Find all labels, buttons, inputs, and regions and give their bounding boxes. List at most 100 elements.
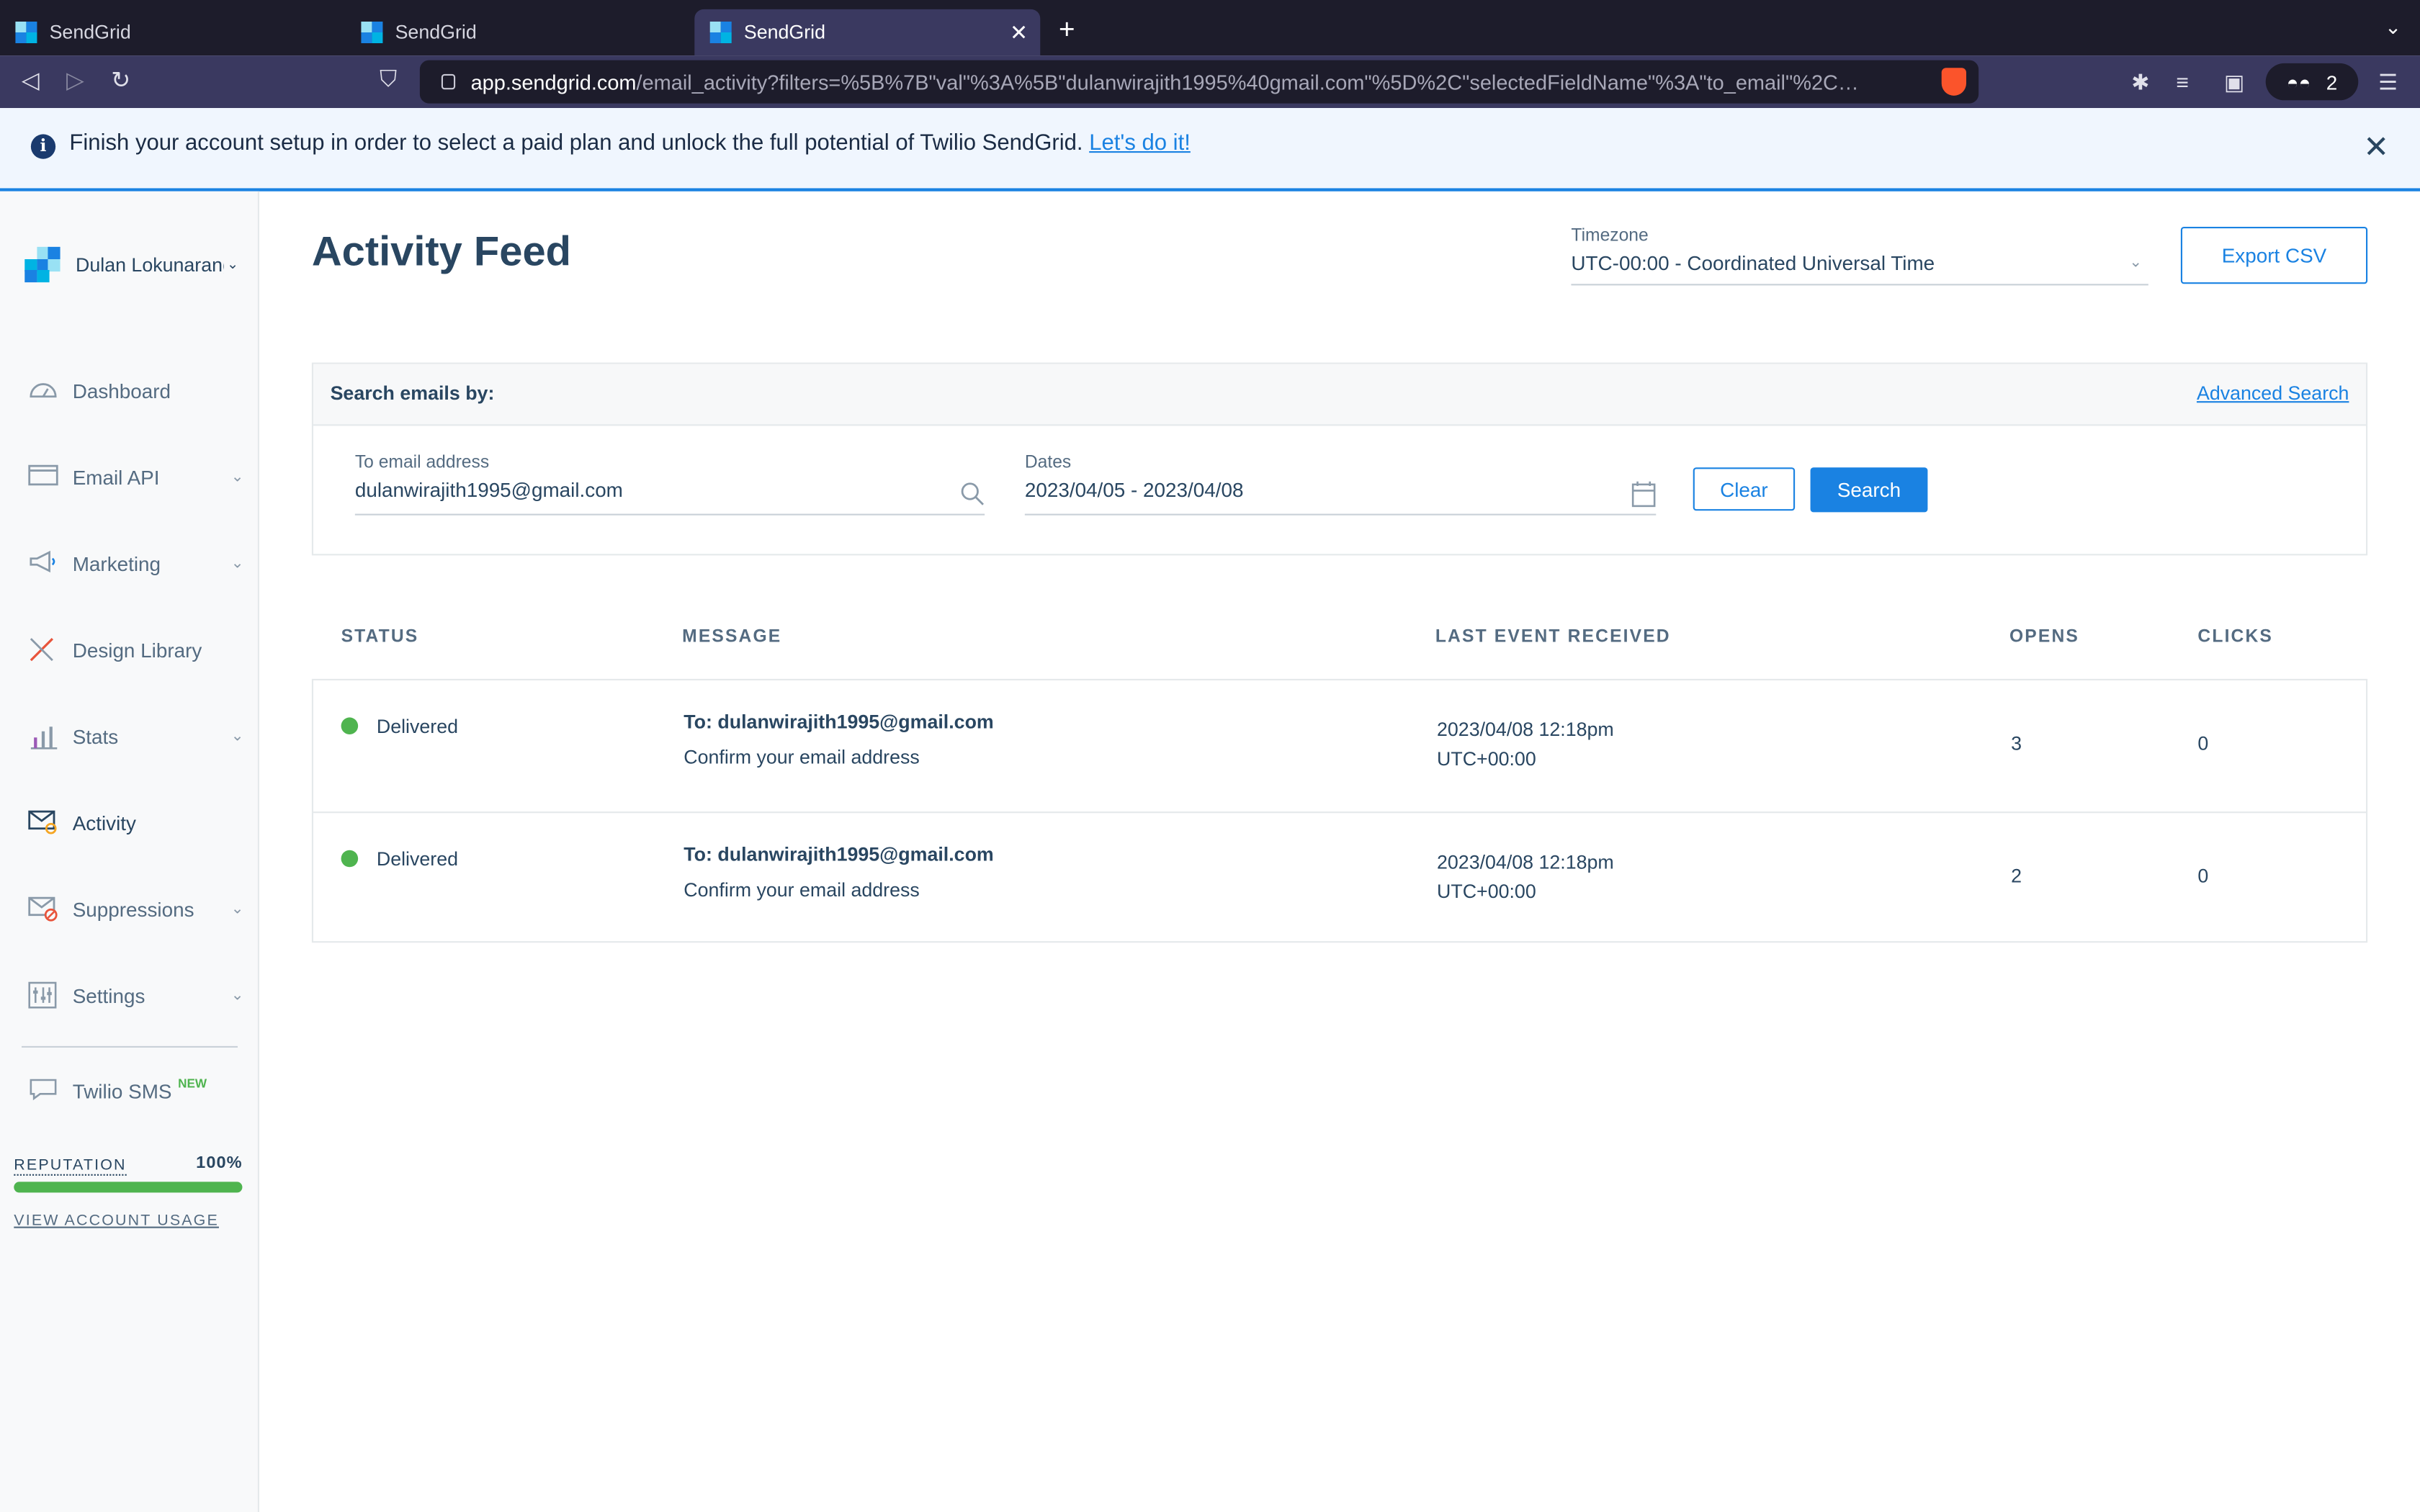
advanced-search-link[interactable]: Advanced Search [2197, 382, 2349, 404]
column-header-last-event: LAST EVENT RECEIVED [1435, 628, 1671, 647]
to-email-label: To email address [354, 454, 490, 472]
activity-icon [28, 809, 59, 837]
chevron-down-icon: ⌄ [227, 256, 239, 272]
close-tab-icon[interactable]: ✕ [1010, 19, 1028, 45]
sidebar-item-label: Marketing [72, 552, 161, 575]
sidebar-toggle-icon[interactable]: ▣ [2224, 69, 2244, 95]
event-date: 2023/04/08 12:18pm [1436, 851, 1614, 873]
sidebar-item-label: Dashboard [72, 379, 171, 402]
tab-title: SendGrid [743, 22, 826, 43]
message-subject: Confirm your email address [684, 747, 920, 769]
dates-input[interactable]: 2023/04/05 - 2023/04/08 [1024, 478, 1657, 516]
banner-message: Finish your account setup in order to se… [69, 131, 1190, 156]
browser-toolbar: ◁ ▷ ↻ ⛉ app.sendgrid.com /email_activity… [0, 55, 2420, 108]
lock-icon [441, 73, 456, 90]
search-panel-header: Search emails by: Advanced Search [313, 364, 2366, 426]
clicks-count: 0 [2197, 865, 2209, 888]
chevron-down-icon: ⌄ [230, 986, 244, 1004]
table-row[interactable]: Delivered To: dulanwirajith1995@gmail.co… [313, 811, 2366, 942]
private-window-indicator[interactable]: ◓◓ 2 [2265, 63, 2359, 101]
design-library-icon [28, 636, 59, 664]
new-tab-icon[interactable]: + [1059, 14, 1075, 46]
sendgrid-favicon-icon [361, 22, 383, 43]
menu-icon[interactable]: ☰ [2378, 69, 2398, 95]
opens-count: 3 [2011, 732, 2022, 755]
chat-bubble-icon [28, 1077, 59, 1105]
browser-tab[interactable]: SendGrid [346, 9, 691, 55]
export-csv-button[interactable]: Export CSV [2180, 227, 2368, 284]
forward-icon[interactable]: ▷ [66, 66, 84, 94]
sidebar: Dulan Lokunarange ⌄ Dashboard Email API … [0, 191, 259, 1512]
reload-icon[interactable]: ↻ [111, 66, 130, 94]
event-timezone: UTC+00:00 [1436, 881, 1536, 903]
table-row[interactable]: Delivered To: dulanwirajith1995@gmail.co… [313, 680, 2366, 811]
account-switcher[interactable]: Dulan Lokunarange ⌄ [24, 246, 239, 283]
calendar-icon[interactable] [1631, 481, 1656, 513]
sidebar-item-settings[interactable]: Settings ⌄ [28, 976, 247, 1013]
stats-icon [28, 722, 59, 750]
event-timezone: UTC+00:00 [1436, 748, 1536, 770]
address-bar[interactable]: app.sendgrid.com /email_activity?filters… [419, 60, 1979, 104]
account-name: Dulan Lokunarange [76, 253, 224, 276]
timezone-select[interactable]: UTC-00:00 - Coordinated Universal Time ⌄ [1571, 251, 2148, 286]
close-banner-icon[interactable]: ✕ [2363, 128, 2389, 167]
sendgrid-favicon-icon [15, 22, 37, 43]
clicks-count: 0 [2197, 732, 2209, 755]
sidebar-item-dashboard[interactable]: Dashboard [28, 372, 247, 408]
tab-title: SendGrid [49, 22, 131, 43]
tab-list-chevron-icon[interactable]: ⌄ [2385, 15, 2401, 40]
chevron-down-icon: ⌄ [230, 554, 244, 572]
sidebar-item-stats[interactable]: Stats ⌄ [28, 717, 247, 754]
browser-tab[interactable]: SendGrid [0, 9, 346, 55]
event-date: 2023/04/08 12:18pm [1436, 719, 1614, 741]
sidebar-item-label: Settings [72, 984, 145, 1007]
reputation-value: 100% [196, 1153, 243, 1173]
tab-title: SendGrid [395, 22, 477, 43]
sidebar-item-email-api[interactable]: Email API ⌄ [28, 458, 247, 495]
browser-tab-active[interactable]: SendGrid ✕ [694, 9, 1041, 56]
search-icon[interactable] [960, 478, 985, 510]
banner-link[interactable]: Let's do it! [1089, 131, 1191, 156]
column-header-status: STATUS [341, 628, 419, 647]
sendgrid-favicon-icon [709, 22, 732, 43]
sidebar-item-suppressions[interactable]: Suppressions ⌄ [28, 890, 247, 927]
reputation-label: REPUTATION [14, 1157, 127, 1176]
message-subject: Confirm your email address [684, 879, 920, 901]
timezone-value: UTC-00:00 - Coordinated Universal Time [1571, 251, 1935, 275]
search-panel: Search emails by: Advanced Search [311, 362, 2368, 556]
settings-icon [28, 981, 59, 1009]
opens-count: 2 [2011, 865, 2022, 888]
search-button[interactable]: Search [1810, 467, 1928, 513]
view-account-usage-link[interactable]: VIEW ACCOUNT USAGE [14, 1212, 219, 1230]
search-heading: Search emails by: [330, 382, 495, 405]
browser-tab-bar: SendGrid SendGrid SendGrid ✕ + ⌄ [0, 0, 2420, 56]
sidebar-divider [22, 1045, 238, 1048]
bookmark-icon[interactable]: ⛉ [380, 66, 397, 92]
clear-button[interactable]: Clear [1693, 467, 1796, 511]
sidebar-item-twilio-sms[interactable]: Twilio SMS NEW [28, 1072, 247, 1109]
sidebar-item-label: Email API [72, 465, 160, 489]
playlist-icon[interactable]: ≡ [2176, 69, 2189, 94]
setup-banner: i Finish your account setup in order to … [0, 108, 2420, 192]
back-icon[interactable]: ◁ [22, 66, 40, 94]
dashboard-icon [28, 377, 59, 405]
sidebar-item-activity[interactable]: Activity [28, 804, 247, 840]
status-text: Delivered [376, 716, 459, 738]
extensions-icon[interactable]: ✱ [2131, 69, 2149, 95]
page-title: Activity Feed [311, 228, 571, 275]
column-header-opens: OPENS [2009, 628, 2079, 647]
chevron-down-icon: ⌄ [230, 468, 244, 485]
dates-value: 2023/04/05 - 2023/04/08 [1024, 478, 1244, 502]
sidebar-item-design-library[interactable]: Design Library [28, 631, 247, 667]
sidebar-item-marketing[interactable]: Marketing ⌄ [28, 544, 247, 581]
sendgrid-logo-icon [24, 246, 60, 283]
brave-shields-icon[interactable] [1941, 68, 1966, 96]
to-email-input[interactable]: dulanwirajith1995@gmail.com [354, 478, 985, 516]
private-count: 2 [2326, 70, 2338, 94]
email-api-icon [28, 463, 59, 491]
message-recipient: To: dulanwirajith1995@gmail.com [684, 711, 994, 733]
megaphone-icon [28, 549, 59, 577]
sidebar-item-label: Twilio SMS [72, 1079, 172, 1103]
reputation-bar-fill [14, 1182, 243, 1193]
timezone-label: Timezone [1571, 227, 1649, 246]
